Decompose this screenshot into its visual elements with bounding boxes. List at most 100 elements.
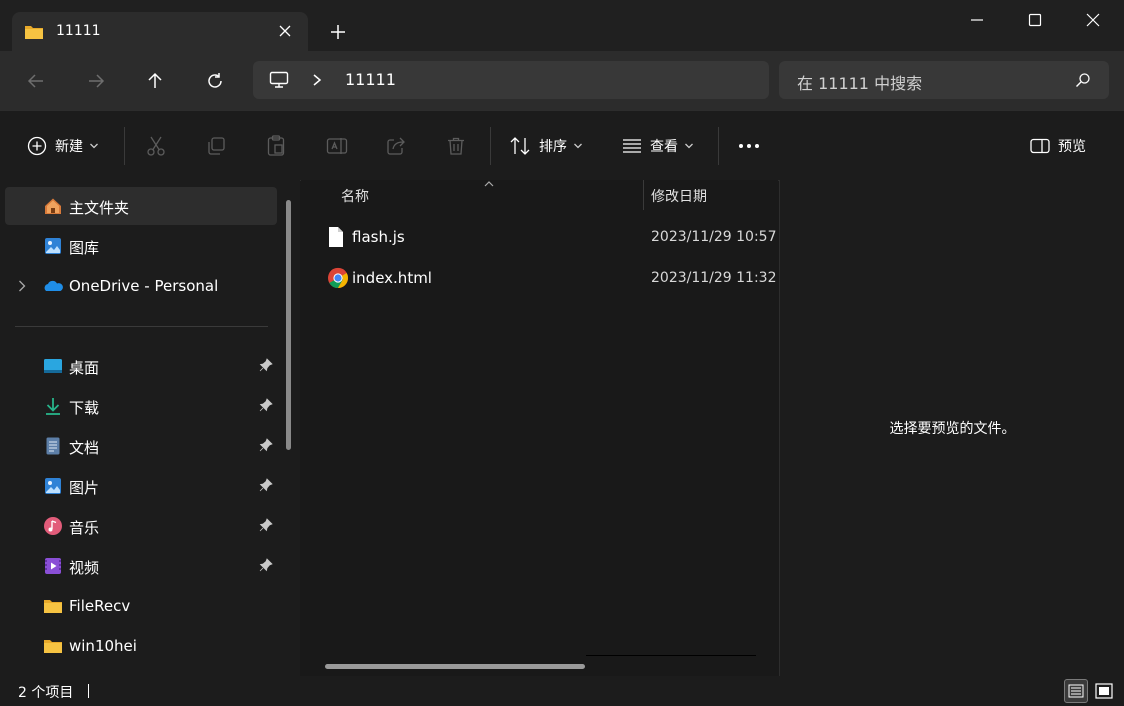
maximize-button[interactable]	[1006, 0, 1064, 40]
arrow-left-icon	[27, 74, 43, 88]
sidebar-item-home[interactable]: 主文件夹	[5, 187, 277, 225]
sidebar-item-label: 音乐	[69, 519, 100, 537]
paste-button[interactable]	[266, 133, 286, 159]
title-bar: 11111	[0, 0, 1124, 51]
video-icon	[45, 558, 61, 574]
command-bar: 新建 排序 查看 预览	[0, 110, 1124, 181]
sidebar-item-downloads[interactable]: 下载	[5, 387, 277, 425]
sidebar-item-desktop[interactable]: 桌面	[5, 347, 277, 385]
close-window-button[interactable]	[1064, 0, 1122, 40]
new-button[interactable]: 新建	[27, 133, 99, 159]
file-row-flash-js[interactable]: flash.js 2023/11/29 10:57	[321, 219, 778, 255]
gallery-icon	[45, 238, 61, 254]
sort-label: 排序	[539, 139, 567, 155]
home-icon	[45, 198, 61, 214]
sidebar-item-gallery[interactable]: 图库	[5, 227, 277, 265]
minimize-button[interactable]	[948, 0, 1006, 40]
folder-icon	[44, 600, 62, 613]
horizontal-scrollbar[interactable]	[325, 664, 585, 669]
new-tab-button[interactable]	[326, 20, 350, 44]
chevron-right-icon[interactable]	[17, 279, 27, 293]
sidebar-item-win10hei[interactable]: win10hei	[5, 627, 277, 665]
file-name: flash.js	[352, 228, 405, 246]
delete-button[interactable]	[446, 133, 466, 159]
view-list-icon	[623, 139, 641, 153]
plus-circle-icon	[27, 136, 47, 156]
pin-icon[interactable]	[259, 478, 273, 492]
file-row-index-html[interactable]: index.html 2023/11/29 11:32	[321, 260, 778, 296]
column-header-name[interactable]: 名称	[341, 186, 369, 206]
tab-close-button[interactable]	[274, 20, 296, 42]
chrome-icon	[328, 267, 349, 289]
sort-ascending-icon	[484, 181, 494, 187]
download-icon	[46, 398, 60, 415]
pin-icon[interactable]	[259, 518, 273, 532]
close-icon	[1086, 13, 1100, 27]
clipboard-icon	[267, 135, 285, 156]
sidebar-item-pictures[interactable]: 图片	[5, 467, 277, 505]
up-button[interactable]	[137, 63, 173, 99]
sidebar-item-label: 图库	[69, 239, 100, 257]
copy-icon	[208, 137, 225, 155]
view-button[interactable]: 查看	[622, 133, 694, 159]
rename-button[interactable]	[326, 133, 348, 159]
column-header-date-modified[interactable]: 修改日期	[651, 186, 707, 206]
sidebar-scrollbar[interactable]	[286, 200, 291, 450]
trash-icon	[448, 137, 464, 155]
pin-icon[interactable]	[259, 398, 273, 412]
plus-icon	[331, 25, 345, 39]
breadcrumb-current[interactable]: 11111	[345, 70, 396, 89]
details-view-button[interactable]	[1064, 679, 1088, 703]
sort-button[interactable]: 排序	[509, 133, 583, 159]
refresh-button[interactable]	[197, 63, 233, 99]
tab-title: 11111	[56, 23, 101, 39]
search-box[interactable]: 在 11111 中搜索	[779, 61, 1109, 99]
preview-pane: 选择要预览的文件。	[779, 180, 1124, 676]
sidebar-divider	[15, 326, 268, 327]
forward-button[interactable]	[78, 63, 114, 99]
copy-button[interactable]	[206, 133, 226, 159]
chevron-down-icon	[90, 143, 98, 149]
pin-icon[interactable]	[259, 438, 273, 452]
address-bar[interactable]: 11111	[253, 61, 769, 99]
pin-icon[interactable]	[259, 358, 273, 372]
sidebar-item-label: 主文件夹	[69, 199, 130, 217]
toolbar-divider	[124, 127, 125, 165]
more-icon	[739, 144, 759, 148]
tab-11111[interactable]: 11111	[12, 12, 308, 51]
folder-icon	[25, 26, 43, 39]
pin-icon[interactable]	[259, 558, 273, 572]
toolbar-divider	[718, 127, 719, 165]
folder-icon	[44, 640, 62, 653]
sidebar-item-label: 下载	[69, 399, 100, 417]
new-label: 新建	[55, 139, 83, 155]
sidebar-item-label: 文档	[69, 439, 100, 457]
sidebar-item-documents[interactable]: 文档	[5, 427, 277, 465]
more-options-button[interactable]	[738, 133, 760, 159]
navigation-bar: 11111 在 11111 中搜索	[0, 51, 1124, 110]
sidebar-item-videos[interactable]: 视频	[5, 547, 277, 585]
column-separator[interactable]	[643, 180, 644, 210]
back-button[interactable]	[18, 63, 54, 99]
sidebar-item-music[interactable]: 音乐	[5, 507, 277, 545]
desktop-icon	[44, 359, 62, 373]
file-modified-date: 2023/11/29 10:57	[651, 229, 777, 245]
preview-pane-button[interactable]: 预览	[1030, 133, 1086, 159]
refresh-icon	[208, 73, 222, 88]
share-button[interactable]	[386, 133, 406, 159]
sidebar-item-filerecv[interactable]: FileRecv	[5, 587, 277, 625]
chevron-right-icon[interactable]	[311, 73, 323, 87]
close-icon	[279, 25, 291, 37]
pictures-icon	[45, 478, 61, 494]
arrow-right-icon	[89, 74, 105, 88]
sidebar-item-onedrive[interactable]: OneDrive - Personal	[5, 267, 277, 305]
scissors-icon	[147, 136, 165, 156]
cut-button[interactable]	[146, 133, 166, 159]
music-icon	[44, 517, 62, 535]
chevron-down-icon	[685, 143, 693, 149]
search-placeholder[interactable]: 在 11111 中搜索	[797, 70, 922, 94]
sidebar-item-label: 桌面	[69, 359, 100, 377]
large-icons-view-button[interactable]	[1092, 679, 1116, 703]
document-icon	[46, 437, 60, 455]
sidebar-item-label: FileRecv	[69, 597, 131, 615]
